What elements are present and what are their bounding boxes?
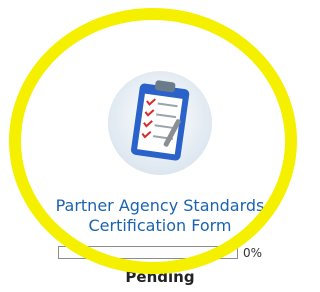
progress-percent: 0% bbox=[243, 246, 263, 260]
clipboard-checklist-icon bbox=[105, 68, 215, 178]
form-title-line2[interactable]: Certification Form bbox=[0, 216, 320, 235]
progress-bar bbox=[58, 246, 238, 259]
status-label: Pending bbox=[125, 268, 195, 286]
form-title-line1[interactable]: Partner Agency Standards bbox=[0, 196, 320, 215]
